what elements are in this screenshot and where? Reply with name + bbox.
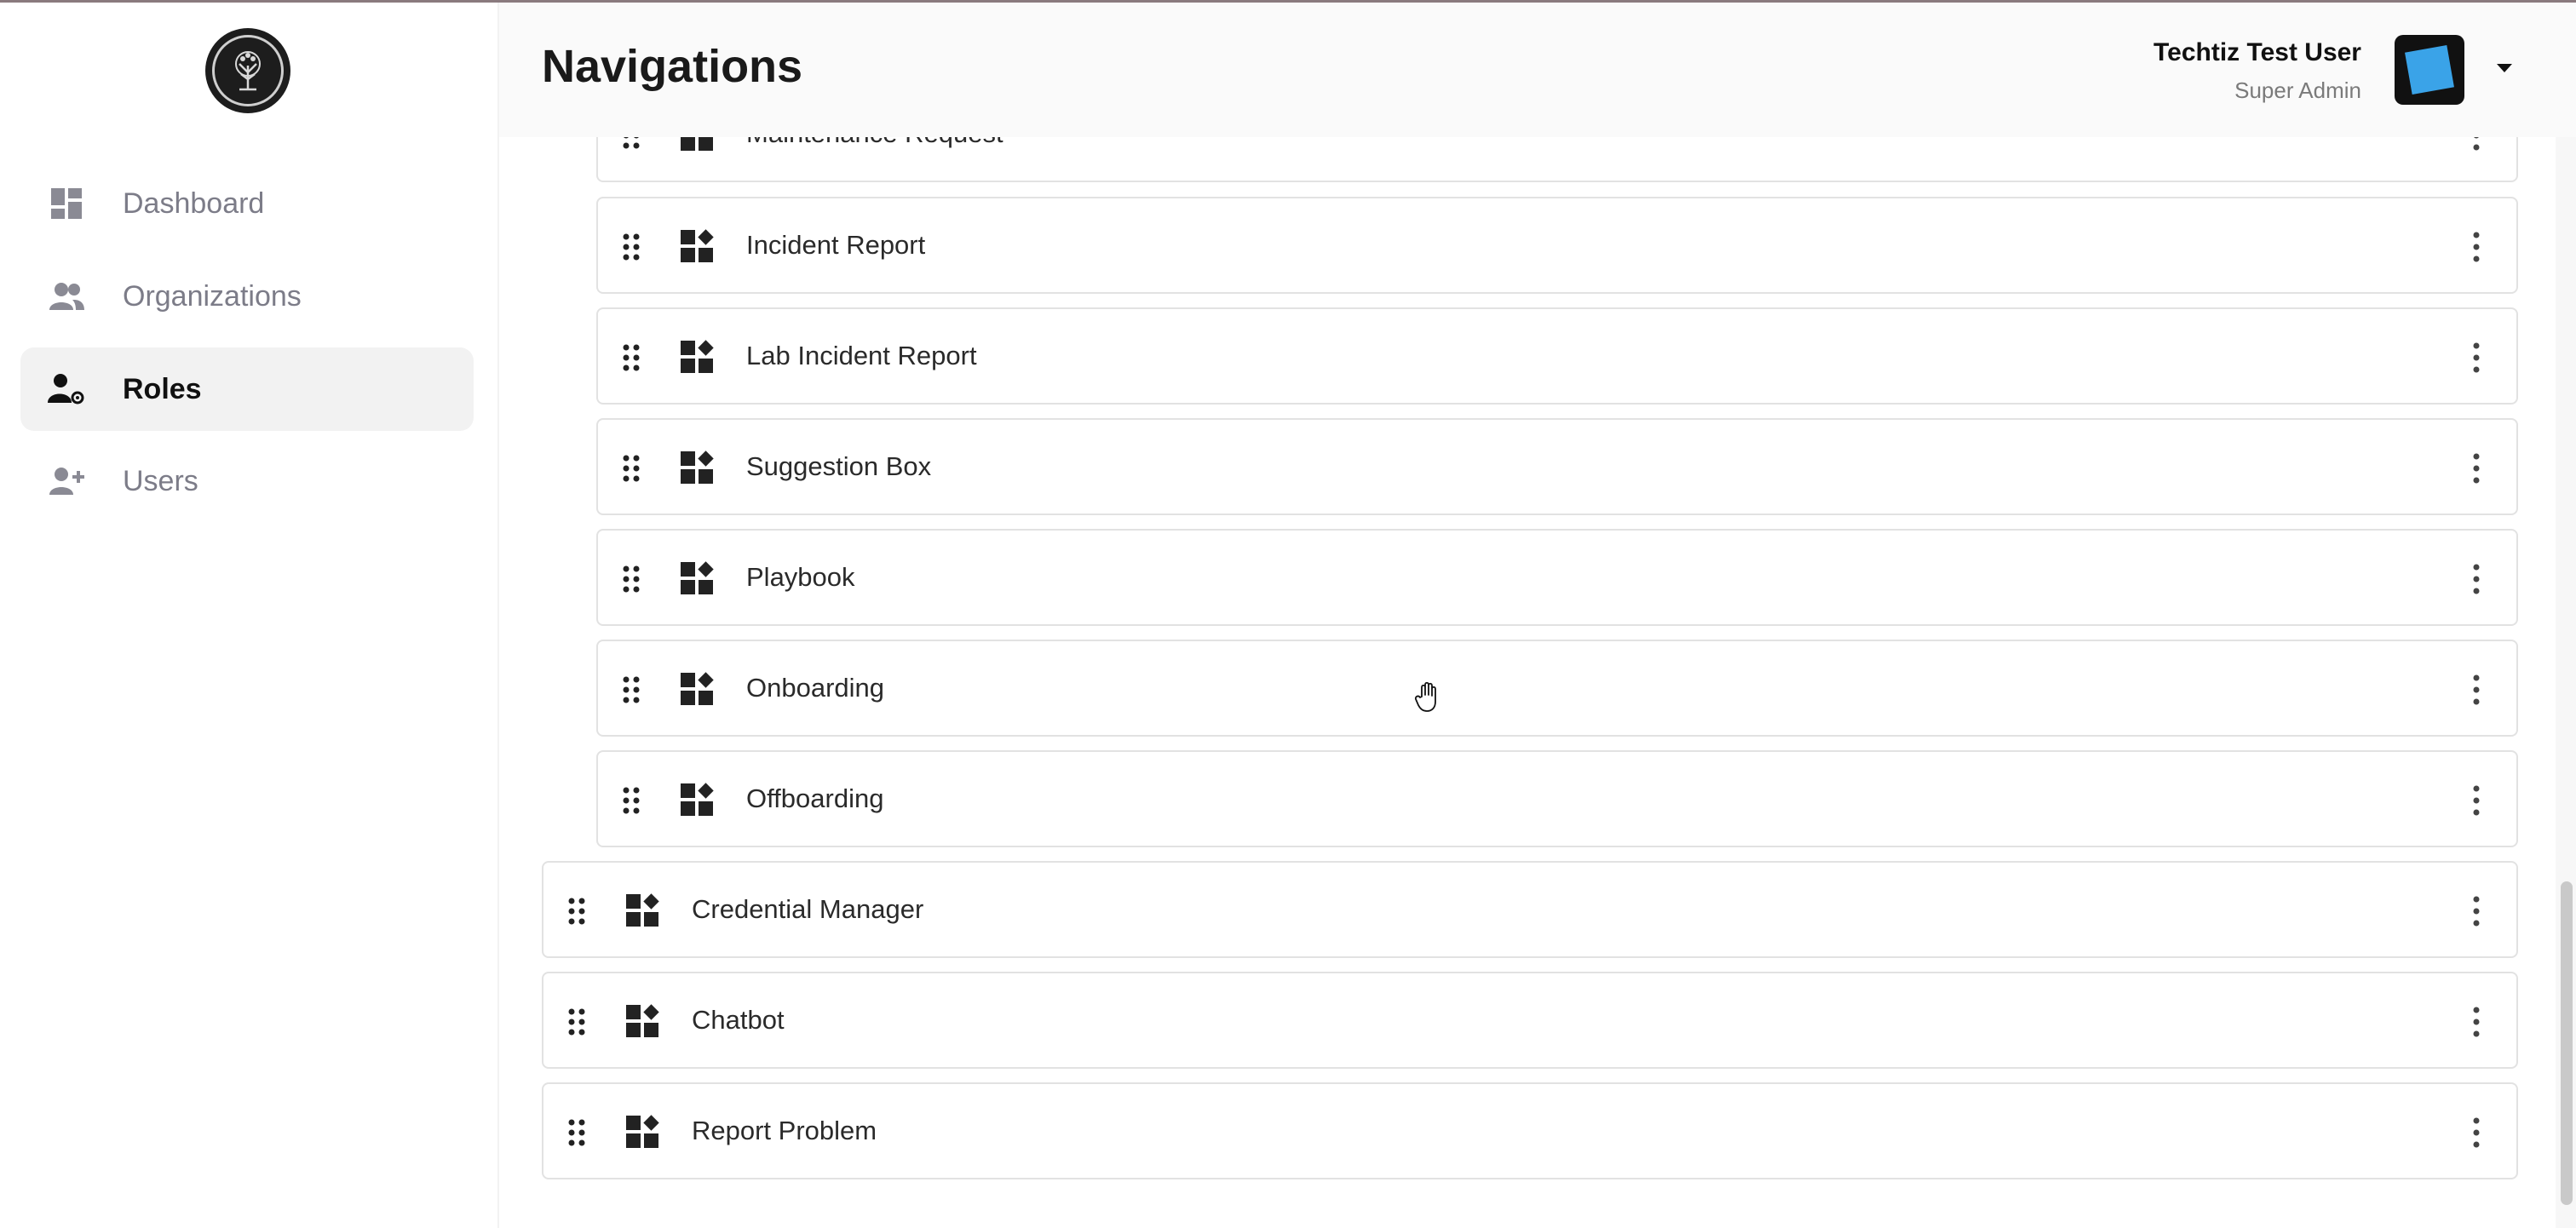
tree-icon — [235, 51, 261, 91]
nav-row-incident-report[interactable]: Incident Report — [596, 197, 2518, 294]
nav-row-offboarding[interactable]: Offboarding — [596, 750, 2518, 847]
more-vertical-icon[interactable] — [2472, 674, 2481, 706]
nav-row-label: Suggestion Box — [746, 451, 932, 481]
more-vertical-icon[interactable] — [2472, 1006, 2481, 1038]
nav-row-label: Offboarding — [746, 783, 884, 813]
sidebar-item-users[interactable]: Users — [20, 439, 474, 523]
nav-row-chatbot[interactable]: Chatbot — [542, 972, 2518, 1069]
app-logo[interactable] — [205, 28, 290, 113]
nav-row-onboarding[interactable]: Onboarding — [596, 640, 2518, 737]
widgets-icon — [681, 450, 714, 484]
nav-row-suggestion-box[interactable]: Suggestion Box — [596, 418, 2518, 515]
widgets-icon — [681, 672, 714, 705]
dashboard-icon — [48, 185, 85, 222]
page-title: Navigations — [542, 41, 803, 92]
user-role: Super Admin — [2234, 77, 2361, 103]
sidebar-item-label: Roles — [123, 372, 202, 405]
drag-handle-icon[interactable] — [622, 343, 641, 372]
widgets-icon — [626, 1004, 659, 1037]
user-gear-icon — [48, 370, 85, 408]
sidebar-item-roles[interactable]: Roles — [20, 347, 474, 431]
more-vertical-icon[interactable] — [2472, 895, 2481, 927]
more-vertical-icon[interactable] — [2472, 1116, 2481, 1149]
nav-row-report-problem[interactable]: Report Problem — [542, 1082, 2518, 1179]
more-vertical-icon[interactable] — [2472, 452, 2481, 485]
sidebar-item-dashboard[interactable]: Dashboard — [20, 162, 474, 245]
nav-row-label: Playbook — [746, 562, 855, 592]
nav-row-label: Lab Incident Report — [746, 341, 977, 370]
widgets-icon — [681, 783, 714, 816]
top-header: Navigations Techtiz Test User Super Admi… — [499, 3, 2576, 137]
drag-handle-icon[interactable] — [622, 786, 641, 815]
widgets-icon — [681, 340, 714, 373]
more-vertical-icon[interactable] — [2472, 563, 2481, 595]
nav-row-label: Report Problem — [692, 1116, 877, 1145]
sidebar-item-organizations[interactable]: Organizations — [20, 255, 474, 338]
drag-handle-icon[interactable] — [567, 897, 586, 926]
widgets-icon — [681, 229, 714, 262]
drag-handle-icon[interactable] — [622, 565, 641, 594]
user-add-icon — [48, 462, 85, 500]
widgets-icon — [626, 1115, 659, 1148]
nav-row-label: Onboarding — [746, 673, 885, 703]
widgets-icon — [626, 893, 659, 927]
avatar[interactable] — [2395, 35, 2464, 105]
nav-row-playbook[interactable]: Playbook — [596, 529, 2518, 626]
chevron-down-icon[interactable] — [2497, 64, 2512, 72]
drag-handle-icon[interactable] — [622, 232, 641, 261]
sidebar-item-label: Organizations — [123, 279, 302, 313]
drag-handle-icon[interactable] — [622, 675, 641, 704]
nav-row-credential-manager[interactable]: Credential Manager — [542, 861, 2518, 958]
user-name: Techtiz Test User — [2153, 38, 2361, 66]
nav-row-lab-incident-report[interactable]: Lab Incident Report — [596, 307, 2518, 405]
drag-handle-icon[interactable] — [567, 1007, 586, 1036]
more-vertical-icon[interactable] — [2472, 341, 2481, 374]
nav-row-label: Credential Manager — [692, 894, 924, 924]
drag-handle-icon[interactable] — [622, 454, 641, 483]
scrollbar-thumb[interactable] — [2561, 881, 2573, 1205]
drag-handle-icon[interactable] — [567, 1118, 586, 1147]
hand-cursor-icon — [1414, 681, 1436, 712]
more-vertical-icon[interactable] — [2472, 784, 2481, 817]
widgets-icon — [681, 561, 714, 594]
people-icon — [48, 278, 85, 315]
sidebar-item-label: Users — [123, 464, 198, 497]
nav-row-label: Chatbot — [692, 1005, 785, 1035]
nav-row-label: Incident Report — [746, 230, 926, 260]
sidebar: Dashboard Organizations Roles Users — [0, 3, 499, 1228]
sidebar-item-label: Dashboard — [123, 186, 265, 220]
more-vertical-icon[interactable] — [2472, 231, 2481, 263]
